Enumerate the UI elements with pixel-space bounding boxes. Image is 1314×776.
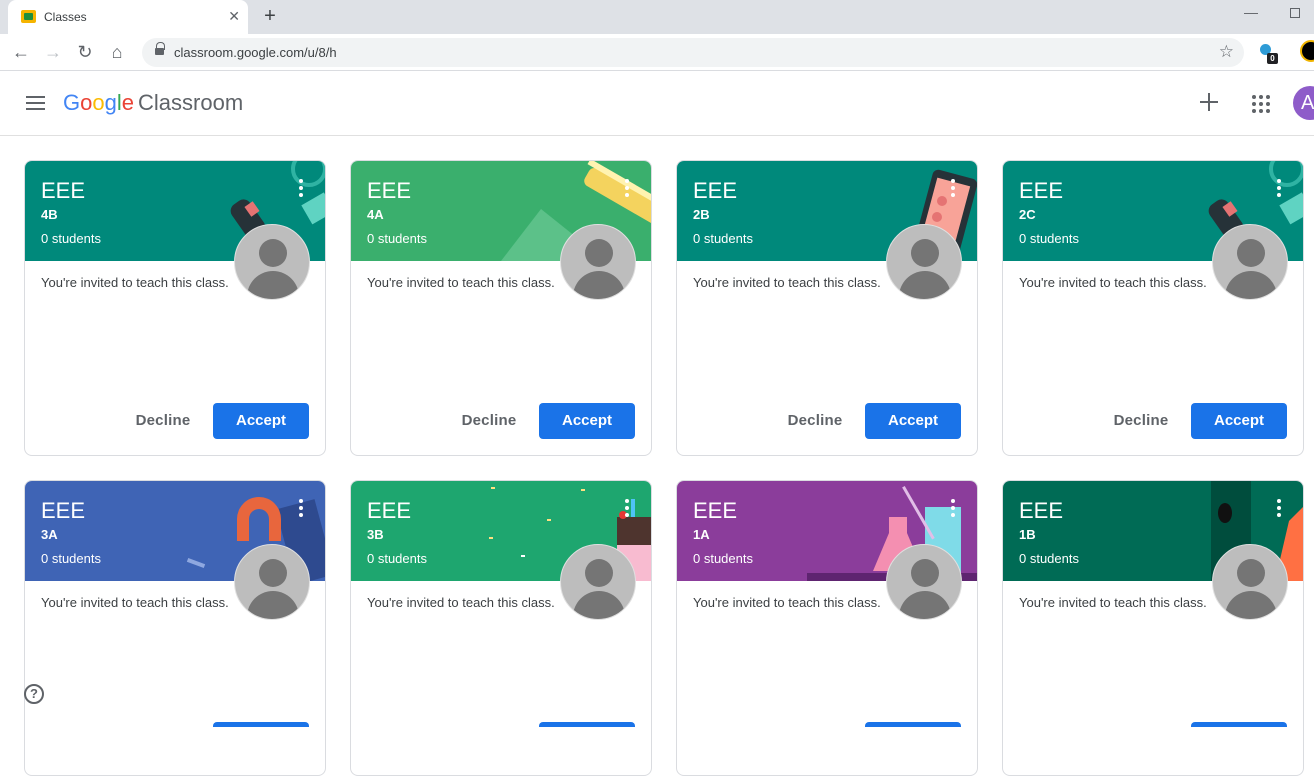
- accept-button-partial[interactable]: [1191, 722, 1287, 727]
- student-count: 0 students: [367, 551, 427, 566]
- class-section: 3B: [367, 527, 384, 542]
- accept-button[interactable]: Accept: [539, 403, 635, 439]
- account-avatar[interactable]: A: [1293, 86, 1314, 120]
- student-count: 0 students: [41, 231, 101, 246]
- restore-window-icon[interactable]: [1290, 8, 1300, 18]
- decline-button[interactable]: Decline: [446, 403, 532, 439]
- product-name: Classroom: [138, 90, 244, 115]
- close-tab-icon[interactable]: ✕: [228, 8, 240, 24]
- teacher-avatar: [886, 224, 962, 300]
- teacher-avatar: [234, 544, 310, 620]
- class-section: 1B: [1019, 527, 1036, 542]
- student-count: 0 students: [1019, 551, 1079, 566]
- more-options-icon[interactable]: [299, 499, 303, 517]
- teacher-avatar: [560, 224, 636, 300]
- student-count: 0 students: [41, 551, 101, 566]
- class-card[interactable]: EEE 1B 0 students You're invited to teac…: [1002, 480, 1304, 776]
- help-icon[interactable]: ?: [24, 684, 44, 704]
- student-count: 0 students: [693, 231, 753, 246]
- browser-tab[interactable]: Classes ✕: [8, 0, 248, 34]
- classroom-favicon-icon: [21, 10, 36, 23]
- accept-button[interactable]: Accept: [213, 403, 309, 439]
- hamburger-menu-icon[interactable]: [26, 96, 45, 110]
- invitation-message: You're invited to teach this class.: [367, 595, 555, 610]
- more-options-icon[interactable]: [299, 179, 303, 197]
- class-card[interactable]: EEE 4A 0 students You're invited to teac…: [350, 160, 652, 456]
- class-card[interactable]: EEE 2C 0 students You're invited to teac…: [1002, 160, 1304, 456]
- class-card[interactable]: EEE 2B 0 students You're invited to teac…: [676, 160, 978, 456]
- reload-icon[interactable]: ↻: [73, 40, 97, 64]
- class-name[interactable]: EEE: [1019, 178, 1063, 204]
- teacher-avatar: [1212, 544, 1288, 620]
- class-section: 2B: [693, 207, 710, 222]
- teacher-avatar: [886, 544, 962, 620]
- class-card[interactable]: EEE 3B 0 students You're invited to teac…: [350, 480, 652, 776]
- extension-badge: 0: [1267, 53, 1278, 64]
- accept-button-partial[interactable]: [865, 722, 961, 727]
- more-options-icon[interactable]: [951, 179, 955, 197]
- invitation-message: You're invited to teach this class.: [41, 275, 229, 290]
- forward-arrow-icon[interactable]: →: [41, 40, 65, 64]
- class-section: 4A: [367, 207, 384, 222]
- student-count: 0 students: [1019, 231, 1079, 246]
- class-name[interactable]: EEE: [367, 498, 411, 524]
- invitation-message: You're invited to teach this class.: [1019, 275, 1207, 290]
- invitation-message: You're invited to teach this class.: [1019, 595, 1207, 610]
- class-name[interactable]: EEE: [1019, 498, 1063, 524]
- class-name[interactable]: EEE: [693, 178, 737, 204]
- class-name[interactable]: EEE: [693, 498, 737, 524]
- minimize-window-icon[interactable]: —: [1244, 4, 1258, 20]
- class-name[interactable]: EEE: [367, 178, 411, 204]
- decline-button[interactable]: Decline: [1098, 403, 1184, 439]
- address-bar[interactable]: classroom.google.com/u/8/h ☆: [142, 38, 1244, 67]
- more-options-icon[interactable]: [1277, 179, 1281, 197]
- class-card[interactable]: EEE 3A 0 students You're invited to teac…: [24, 480, 326, 776]
- google-apps-grid-icon[interactable]: [1252, 95, 1270, 113]
- class-section: 1A: [693, 527, 710, 542]
- decline-button[interactable]: Decline: [120, 403, 206, 439]
- class-section: 4B: [41, 207, 58, 222]
- new-tab-button[interactable]: +: [258, 4, 282, 28]
- lock-icon[interactable]: [155, 42, 165, 56]
- app-header: Google Classroom A: [0, 71, 1314, 136]
- student-count: 0 students: [693, 551, 753, 566]
- accept-button[interactable]: Accept: [1191, 403, 1287, 439]
- teacher-avatar: [560, 544, 636, 620]
- accept-button[interactable]: Accept: [865, 403, 961, 439]
- invitation-message: You're invited to teach this class.: [367, 275, 555, 290]
- url-text[interactable]: classroom.google.com/u/8/h: [174, 45, 337, 60]
- more-options-icon[interactable]: [625, 499, 629, 517]
- browser-tabstrip: Classes ✕ + —: [0, 0, 1314, 34]
- accept-button-partial[interactable]: [213, 722, 309, 727]
- browser-toolbar: ← → ↻ ⌂ classroom.google.com/u/8/h ☆ 0: [0, 34, 1314, 71]
- more-options-icon[interactable]: [625, 179, 629, 197]
- invitation-message: You're invited to teach this class.: [41, 595, 229, 610]
- class-section: 2C: [1019, 207, 1036, 222]
- class-card[interactable]: EEE 4B 0 students You're invited to teac…: [24, 160, 326, 456]
- class-name[interactable]: EEE: [41, 178, 85, 204]
- class-name[interactable]: EEE: [41, 498, 85, 524]
- student-count: 0 students: [367, 231, 427, 246]
- more-options-icon[interactable]: [1277, 499, 1281, 517]
- class-card[interactable]: EEE 1A 0 students You're invited to teac…: [676, 480, 978, 776]
- browser-profile-avatar[interactable]: [1300, 40, 1314, 62]
- more-options-icon[interactable]: [951, 499, 955, 517]
- invitation-message: You're invited to teach this class.: [693, 595, 881, 610]
- extension-icon[interactable]: 0: [1258, 42, 1278, 64]
- invitation-message: You're invited to teach this class.: [693, 275, 881, 290]
- teacher-avatar: [1212, 224, 1288, 300]
- home-icon[interactable]: ⌂: [105, 40, 129, 64]
- bookmark-star-icon[interactable]: ☆: [1219, 42, 1234, 62]
- tab-title: Classes: [44, 10, 87, 24]
- decline-button[interactable]: Decline: [772, 403, 858, 439]
- class-section: 3A: [41, 527, 58, 542]
- back-arrow-icon[interactable]: ←: [9, 40, 33, 64]
- teacher-avatar: [234, 224, 310, 300]
- create-or-join-class-plus-icon[interactable]: [1197, 90, 1221, 114]
- accept-button-partial[interactable]: [539, 722, 635, 727]
- google-classroom-logo[interactable]: Google Classroom: [63, 90, 243, 116]
